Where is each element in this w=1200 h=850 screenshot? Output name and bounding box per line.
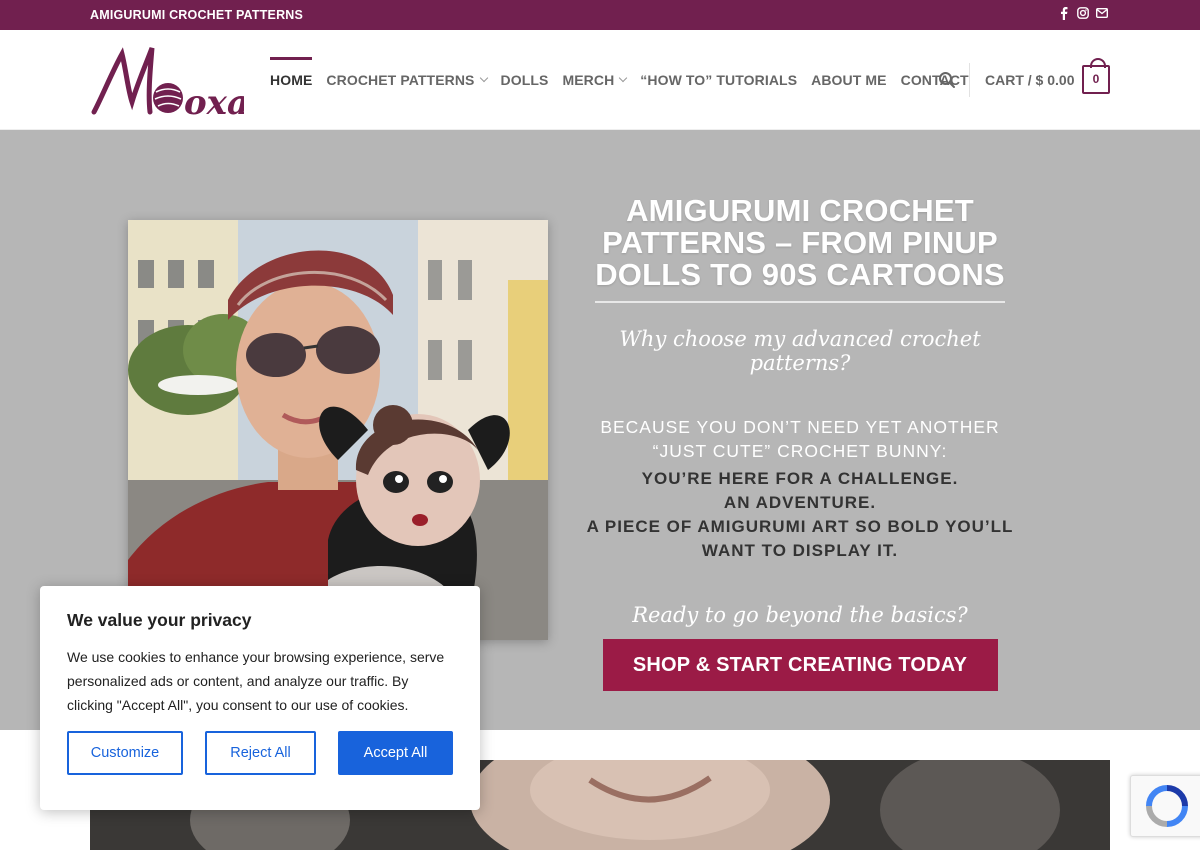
nav-home[interactable]: HOME bbox=[270, 57, 313, 88]
hero-title: AMIGURUMI CROCHET PATTERNS – FROM PINUP … bbox=[595, 193, 1005, 292]
top-bar: AMIGURUMI CROCHET PATTERNS bbox=[0, 0, 1200, 30]
cart-count-badge[interactable]: 0 bbox=[1082, 58, 1110, 94]
recaptcha-badge[interactable] bbox=[1130, 775, 1200, 837]
cookie-consent-dialog: We value your privacy We use cookies to … bbox=[40, 586, 480, 810]
svg-text:oxa: oxa bbox=[184, 83, 244, 120]
email-icon[interactable] bbox=[1095, 7, 1109, 21]
cookie-body: We use cookies to enhance your browsing … bbox=[67, 649, 445, 713]
hero-dark-line: YOU’RE HERE FOR A CHALLENGE. bbox=[641, 469, 959, 488]
hero-divider bbox=[595, 301, 1005, 303]
facebook-icon[interactable] bbox=[1058, 7, 1070, 21]
nav-merch[interactable]: MERCH bbox=[562, 72, 628, 88]
hero-dark-line: A PIECE OF AMIGURUMI ART SO BOLD YOU’LL bbox=[586, 517, 1014, 536]
accept-all-button[interactable]: Accept All bbox=[338, 731, 453, 775]
nav-how-to-tutorials[interactable]: “HOW TO” TUTORIALS bbox=[640, 72, 797, 88]
cookie-title: We value your privacy bbox=[67, 610, 252, 630]
nav-dolls[interactable]: DOLLS bbox=[501, 72, 549, 88]
instagram-icon[interactable] bbox=[1077, 7, 1089, 21]
hero-text-block: AMIGURUMI CROCHET PATTERNS – FROM PINUP … bbox=[575, 195, 1025, 691]
chevron-down-icon bbox=[619, 73, 628, 83]
nav-merch-label: MERCH bbox=[562, 72, 615, 88]
hero-dark-text: YOU’RE HERE FOR A CHALLENGE. AN ADVENTUR… bbox=[575, 467, 1025, 563]
social-links bbox=[1058, 7, 1109, 21]
hero-light-line: BECAUSE YOU DON’T NEED YET ANOTHER bbox=[600, 417, 1000, 437]
hero-photo bbox=[128, 220, 548, 640]
main-nav: HOME CROCHET PATTERNS DOLLS MERCH “HOW T… bbox=[270, 30, 983, 130]
search-icon[interactable] bbox=[938, 71, 956, 89]
hero-dark-line: AN ADVENTURE. bbox=[723, 493, 877, 512]
cart-link[interactable]: CART / $ 0.00 bbox=[985, 72, 1074, 88]
hero-light-line: “JUST CUTE” CROCHET BUNNY: bbox=[652, 441, 948, 461]
header-divider bbox=[969, 63, 970, 97]
nav-contact[interactable]: CONTACT bbox=[901, 72, 969, 88]
chevron-down-icon bbox=[479, 73, 488, 83]
nav-contact-label: CONTACT bbox=[900, 72, 969, 88]
customize-button[interactable]: Customize bbox=[67, 731, 183, 775]
site-header: oxa HOME CROCHET PATTERNS DOLLS MERCH “H… bbox=[0, 30, 1200, 130]
nav-crochet-patterns-label: CROCHET PATTERNS bbox=[326, 72, 475, 88]
hero-script-subtitle: Why choose my advanced crochet patterns? bbox=[619, 327, 981, 375]
hero-dark-line: WANT TO DISPLAY IT. bbox=[701, 541, 899, 560]
shop-now-button[interactable]: SHOP & START CREATING TODAY bbox=[602, 639, 998, 691]
nav-about-label: ABOUT ME bbox=[811, 72, 887, 88]
nav-dolls-label: DOLLS bbox=[500, 72, 549, 88]
hero-script-cta-lead: Ready to go beyond the basics? bbox=[632, 603, 968, 627]
hero-light-text: BECAUSE YOU DON’T NEED YET ANOTHER “JUST… bbox=[575, 415, 1025, 463]
reject-all-button[interactable]: Reject All bbox=[205, 731, 316, 775]
nav-crochet-patterns[interactable]: CROCHET PATTERNS bbox=[326, 72, 488, 88]
nav-home-label: HOME bbox=[270, 72, 313, 88]
site-logo[interactable]: oxa bbox=[88, 42, 249, 123]
nav-about-me[interactable]: ABOUT ME bbox=[811, 72, 886, 88]
cookie-buttons: Customize Reject All Accept All bbox=[67, 731, 453, 775]
top-bar-brand: AMIGURUMI CROCHET PATTERNS bbox=[90, 8, 304, 22]
nav-how-to-label: “HOW TO” TUTORIALS bbox=[640, 72, 798, 88]
recaptcha-icon bbox=[1146, 785, 1188, 827]
